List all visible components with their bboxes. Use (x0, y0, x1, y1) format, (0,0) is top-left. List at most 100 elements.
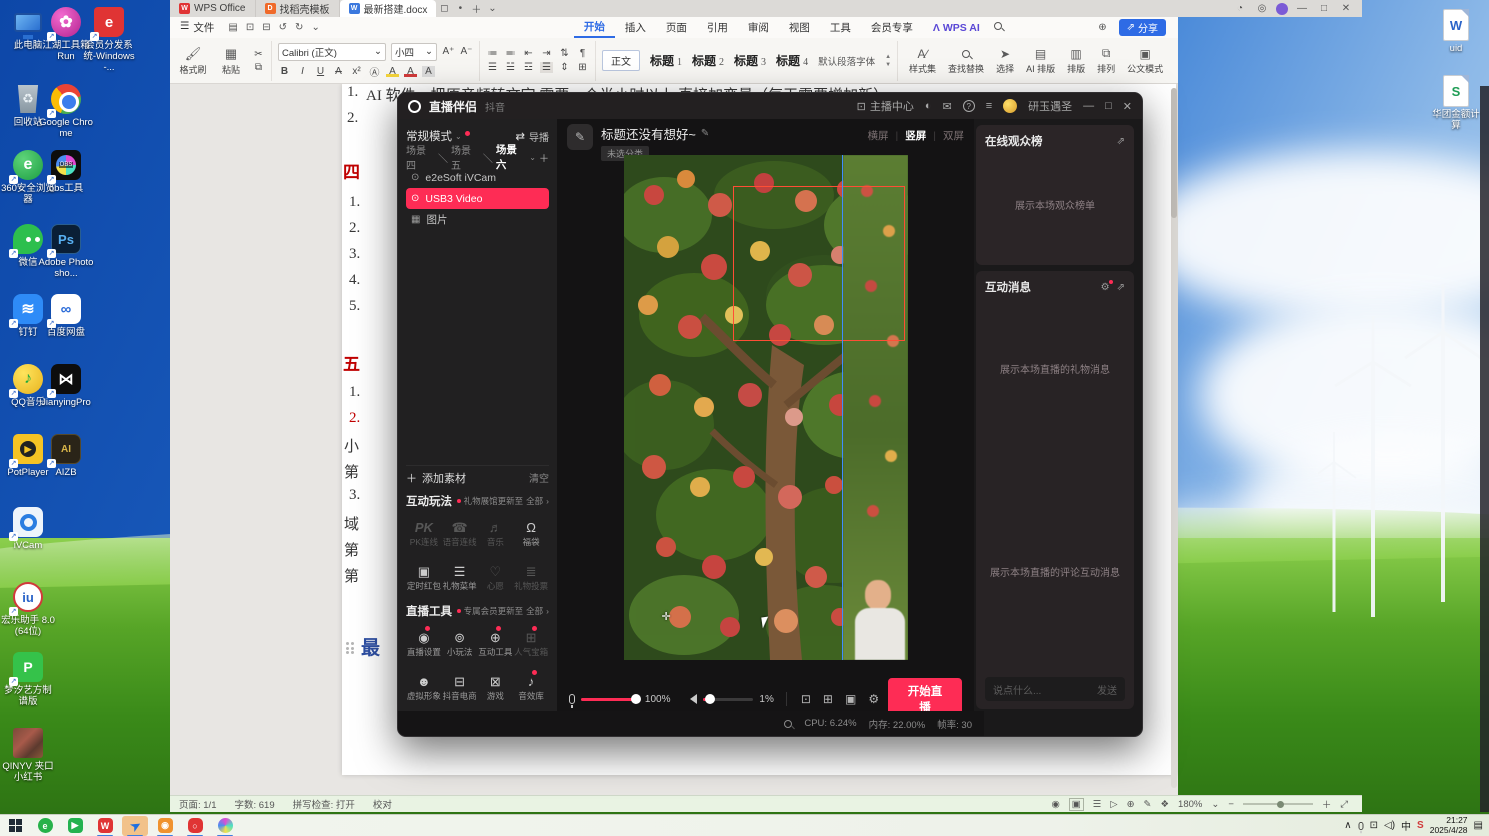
format-painter-button[interactable]: 🖌 格式刷 (176, 46, 210, 76)
line-spacing-button[interactable]: ⇕ (558, 62, 571, 73)
page-view-icon[interactable]: ▣ (1068, 797, 1084, 811)
search-icon[interactable] (990, 22, 1006, 33)
menu-home[interactable]: 开始 (574, 17, 615, 38)
tab-list-chevron[interactable]: ⌄ (484, 0, 500, 17)
microphone-icon[interactable] (569, 694, 575, 708)
edit-mode-icon[interactable]: ✎ (1144, 799, 1152, 810)
feature-lucky-bag[interactable]: Ω 福袋 (513, 513, 549, 555)
outline-view-icon[interactable]: ☰ (1093, 799, 1102, 810)
source-ivcam[interactable]: ⊙ e2eSoft iVCam (406, 167, 549, 188)
italic-button[interactable]: I (296, 66, 309, 77)
official-doc-mode-button[interactable]: ▣ 公文模式 (1122, 47, 1168, 75)
style-heading3-chip[interactable]: 标题 3 (734, 52, 766, 69)
style-scroll-down-icon[interactable]: ▼ (885, 62, 891, 68)
tab-comment-icon[interactable]: ◻ (436, 0, 452, 17)
wps-document-tab[interactable]: W 最新搭建.docx (339, 0, 437, 17)
menu-review[interactable]: 审阅 (738, 20, 779, 35)
wps-close-button[interactable]: ✕ (1338, 3, 1354, 14)
scrollbar-thumb[interactable] (1171, 88, 1177, 218)
desktop-icon-hongle[interactable]: iu ↗ 宏乐助手 8.0(64位) (0, 580, 56, 638)
feedback-icon[interactable]: ✉ (942, 100, 951, 113)
orientation-dual[interactable]: 双屏 (943, 128, 964, 143)
style-set-button[interactable]: A∕ 样式集 (904, 47, 941, 75)
show-marks-button[interactable]: ¶ (576, 48, 589, 59)
mode-chevron-icon[interactable]: ⌄ (455, 132, 462, 141)
taskbar-camera-app[interactable]: ◉ (150, 815, 180, 836)
add-material-button[interactable]: ＋添加素材 (406, 470, 466, 486)
desktop-icon-baidu-pan[interactable]: ∞ ↗ 百度网盘 (38, 292, 94, 339)
paste-button[interactable]: ▦ 粘贴 (214, 46, 248, 76)
wps-maximize-button[interactable]: □ (1316, 3, 1332, 14)
align-left-button[interactable]: ☰ (486, 62, 499, 73)
fullscreen-icon[interactable]: ⤢ (1340, 799, 1348, 810)
bold-button[interactable]: B (278, 66, 291, 77)
desktop-icon-ivcam[interactable]: ↗ iVCam (0, 505, 56, 552)
superscript-button[interactable]: x² (350, 66, 363, 77)
taskbar-color-wheel-app[interactable] (210, 815, 240, 836)
desktop-icon-mengxi[interactable]: P ↗ 梦汐艺方制谱版 (0, 650, 56, 708)
live-titlebar[interactable]: 直播伴侣 抖音 ⊡ 主播中心 ◐ ✉ ? ≡ 研玉遇圣 — □ ✕ (398, 93, 1142, 119)
wps-account-avatar[interactable] (1276, 2, 1288, 15)
notification-center-icon[interactable]: ▤ (1474, 820, 1483, 831)
popout-icon[interactable]: ⇗ (1117, 136, 1125, 147)
ai-layout-button[interactable]: ▤ AI 排版 (1021, 47, 1060, 75)
tray-mic-icon[interactable] (1358, 821, 1364, 833)
new-tab-button[interactable]: ＋ (468, 0, 484, 17)
section-note[interactable]: 礼物展馆更新至 全部 › (456, 495, 549, 507)
tray-display-icon[interactable]: ⊡ (1370, 820, 1378, 831)
popout-icon[interactable]: ⇗ (1117, 282, 1125, 293)
camera-preview[interactable]: ✛ (623, 155, 908, 660)
user-avatar[interactable] (1003, 99, 1018, 113)
select-button[interactable]: ➤ 选择 (991, 47, 1019, 75)
numbering-button[interactable]: ≕ (504, 48, 517, 59)
send-button[interactable]: 发送 (1097, 682, 1117, 697)
screenshot-icon[interactable]: ⊡ (798, 692, 814, 706)
sort-button[interactable]: ⇅ (558, 48, 571, 59)
sogou-input-icon[interactable]: S (1417, 820, 1424, 831)
align-center-button[interactable]: ☱ (504, 62, 517, 73)
file-menu[interactable]: ☰ 文件 (170, 20, 224, 35)
underline-button[interactable]: U (314, 66, 327, 77)
spellcheck-status[interactable]: 拼写检查: 打开 (284, 797, 364, 811)
taskbar-wps[interactable]: W (90, 815, 120, 836)
style-heading4-chip[interactable]: 标题 4 (776, 52, 808, 69)
desktop-icon-chrome[interactable]: ↗ Google Chrome (38, 82, 94, 140)
zoom-out-button[interactable]: − (1228, 799, 1234, 810)
tray-volume-icon[interactable]: ◁) (1384, 820, 1395, 831)
strikethrough-button[interactable]: A (332, 66, 345, 77)
copy-icon[interactable]: ⧉ (252, 62, 265, 73)
share-button[interactable]: ⇗ 分享 (1118, 19, 1166, 36)
feature-music[interactable]: ♬ 音乐 (478, 513, 514, 555)
char-border-button[interactable]: Ⓐ (368, 64, 381, 79)
live-minimize-button[interactable]: — (1083, 100, 1094, 112)
tray-expand-chevron[interactable]: ∧ (1344, 820, 1351, 831)
tool-live-settings[interactable]: ◉ 直播设置 (406, 623, 442, 665)
tray-ime-indicator[interactable]: 中 (1401, 818, 1411, 833)
desktop-icon-photoshop[interactable]: Ps ↗ Adobe Photosho... (38, 222, 94, 280)
speaker-icon[interactable] (690, 694, 698, 704)
style-heading2-chip[interactable]: 标题 2 (692, 52, 724, 69)
increase-font-icon[interactable]: A⁺ (442, 46, 455, 57)
crop-selection-rect[interactable] (732, 186, 905, 341)
menu-page[interactable]: 页面 (656, 20, 697, 35)
projection-icon[interactable]: ⊞ (820, 692, 836, 706)
arrange-button[interactable]: ⧉ 排列 (1092, 46, 1120, 75)
menu-insert[interactable]: 插入 (615, 20, 656, 35)
taskbar-live-companion[interactable]: ○ (180, 815, 210, 836)
desktop-icon-qinyv[interactable]: QINYV 夹口小红书 (0, 726, 56, 784)
taskbar-active-app[interactable]: ➤ (120, 815, 150, 836)
proofread-button[interactable]: 校对 (364, 797, 401, 811)
desktop-icon-aizb[interactable]: AI ↗ AIZB (38, 432, 94, 479)
bullets-button[interactable]: ≔ (486, 48, 499, 59)
font-name-select[interactable]: Calibri (正文) ⌄ (278, 42, 386, 61)
upload-cloud-icon[interactable]: ⊕ (1094, 22, 1110, 33)
clear-button[interactable]: 清空 (529, 470, 549, 485)
desktop-icon-member-dist[interactable]: e ↗ 会员分发系统-Windows-... (80, 5, 138, 74)
scene-chevron-icon[interactable]: ⌄ (529, 153, 536, 162)
tool-mini-play[interactable]: ⊚ 小玩法 (442, 623, 478, 665)
feature-wish[interactable]: ♡ 心愿 (478, 557, 514, 599)
tool-sound-library[interactable]: ♪ 音效库 (513, 667, 549, 709)
edit-pencil-icon[interactable]: ✎ (701, 128, 709, 139)
theme-toggle-icon[interactable]: ◐ (925, 100, 932, 112)
desktop-icon-obs-tool[interactable]: OBS ↗ obs工具 (38, 148, 94, 195)
